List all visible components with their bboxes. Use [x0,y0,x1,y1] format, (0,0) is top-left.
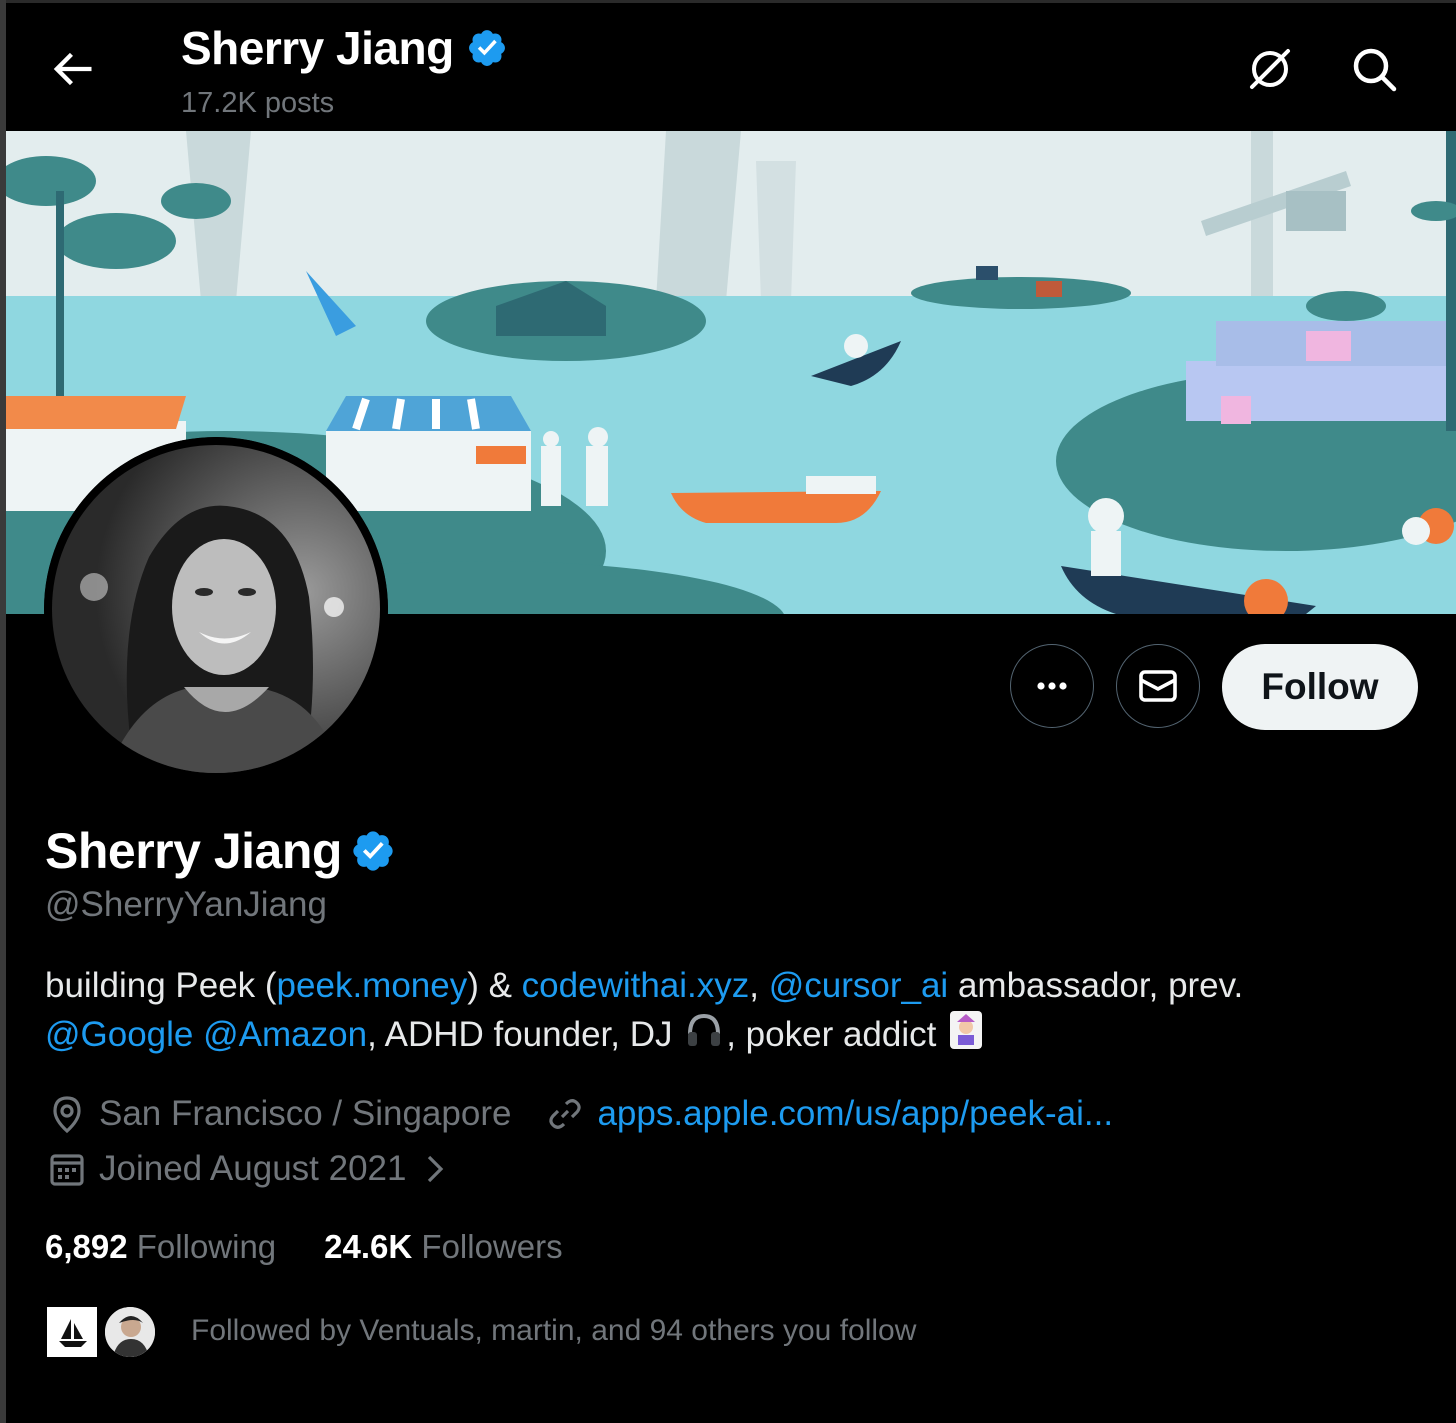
followed-by-avatars [45,1303,165,1359]
profile-avatar[interactable] [44,437,388,781]
followers-label: Followers [421,1228,563,1265]
following-label: Following [136,1228,277,1265]
more-icon [1037,682,1067,690]
bio-link-peek[interactable]: peek.money [277,966,468,1005]
bio-text: building Peek ( [45,966,277,1005]
profile-header: Sherry Jiang 17.2K posts [6,3,1456,131]
profile-location: San Francisco / Singapore [99,1094,512,1133]
bio-text: , ADHD founder, DJ [367,1014,683,1054]
follower-avatar [103,1305,157,1359]
followed-by-row[interactable]: Followed by Ventuals, martin, and 94 oth… [45,1303,916,1359]
profile-name: Sherry Jiang [45,823,342,879]
profile-joined-date: Joined August 2021 [99,1149,407,1188]
bio-text: ambassador, prev. [948,966,1244,1005]
chevron-right-icon [412,1147,456,1191]
location-pin-icon [45,1092,89,1136]
search-button[interactable] [1346,41,1402,97]
avatar-photo [44,437,388,781]
bio-text [193,1015,203,1054]
bio-mention-amazon[interactable]: @Amazon [203,1015,367,1054]
header-name: Sherry Jiang [181,22,454,74]
more-options-button[interactable] [1010,644,1094,728]
back-button[interactable] [46,43,98,95]
envelope-icon [1139,670,1177,702]
grok-icon [1250,49,1290,89]
following-count: 6,892 [45,1228,128,1265]
link-icon [543,1092,587,1136]
following-link[interactable]: 6,892 Following [45,1228,276,1266]
post-count: 17.2K posts [181,87,335,119]
verified-badge-icon[interactable] [350,828,396,874]
followed-by-text[interactable]: Followed by Ventuals, martin, and 94 oth… [191,1314,916,1348]
headphones-icon [684,1010,724,1063]
bio-text: , [749,966,769,1005]
grok-button[interactable] [1242,41,1298,97]
profile-handle: @SherryYanJiang [45,885,327,924]
profile-website-link[interactable]: apps.apple.com/us/app/peek-ai... [597,1094,1113,1134]
profile-joined-row[interactable]: Joined August 2021 [45,1147,466,1191]
joker-card-icon [948,1010,984,1063]
followers-count: 24.6K [324,1228,413,1265]
bio-link-codewithai[interactable]: codewithai.xyz [522,966,750,1005]
profile-stats: 6,892 Following 24.6K Followers [45,1228,611,1266]
message-button[interactable] [1116,644,1200,728]
profile-bio: building Peek (peek.money) & codewithai.… [45,962,1425,1063]
bio-mention-google[interactable]: @Google [45,1015,193,1054]
header-title: Sherry Jiang [181,21,508,75]
verified-badge-icon [468,30,505,66]
search-icon [1353,48,1397,92]
follower-avatar [45,1305,99,1359]
bio-text: , poker addict [726,1014,947,1054]
bio-mention-cursor[interactable]: @cursor_ai [769,966,948,1005]
profile-meta-row: San Francisco / Singapore apps.apple.com… [45,1092,1113,1136]
bio-text: ) & [467,966,522,1005]
profile-name-row: Sherry Jiang [45,822,396,880]
calendar-icon [45,1147,89,1191]
follow-button[interactable]: Follow [1222,644,1418,730]
followers-link[interactable]: 24.6K Followers [324,1228,562,1266]
arrow-left-icon [53,52,92,86]
